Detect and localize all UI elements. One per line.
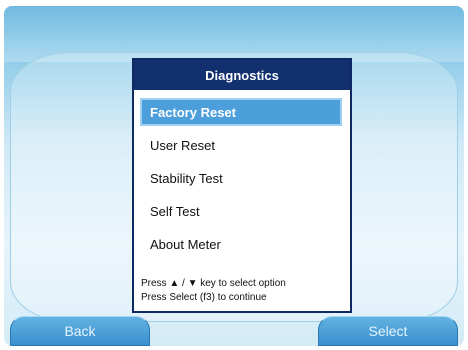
menu-item-label: About Meter bbox=[150, 236, 221, 252]
device-screen: Diagnostics Factory Reset User Reset Sta… bbox=[4, 6, 464, 346]
menu-item-stability-test[interactable]: Stability Test bbox=[142, 166, 340, 190]
back-softkey[interactable]: Back bbox=[10, 316, 150, 346]
dialog-title: Diagnostics bbox=[134, 60, 350, 90]
instruction-continue: Press Select (f3) to continue bbox=[141, 292, 267, 303]
menu-item-factory-reset[interactable]: Factory Reset bbox=[142, 100, 340, 124]
instruction-select-option: Press ▲ / ▼ key to select option bbox=[141, 278, 286, 289]
diagnostics-menu: Factory Reset User Reset Stability Test … bbox=[134, 90, 350, 256]
select-label: Select bbox=[368, 323, 408, 339]
menu-item-label: User Reset bbox=[150, 137, 216, 153]
menu-item-user-reset[interactable]: User Reset bbox=[142, 133, 340, 157]
select-softkey[interactable]: Select bbox=[318, 316, 458, 346]
menu-item-label: Stability Test bbox=[150, 170, 223, 186]
instructions: Press ▲ / ▼ key to select option Press S… bbox=[134, 277, 350, 305]
menu-item-label: Factory Reset bbox=[150, 104, 236, 120]
menu-item-self-test[interactable]: Self Test bbox=[142, 199, 340, 223]
menu-item-about-meter[interactable]: About Meter bbox=[142, 232, 340, 256]
menu-item-label: Self Test bbox=[150, 203, 200, 219]
back-label: Back bbox=[64, 323, 96, 339]
diagnostics-dialog: Diagnostics Factory Reset User Reset Sta… bbox=[132, 58, 352, 313]
